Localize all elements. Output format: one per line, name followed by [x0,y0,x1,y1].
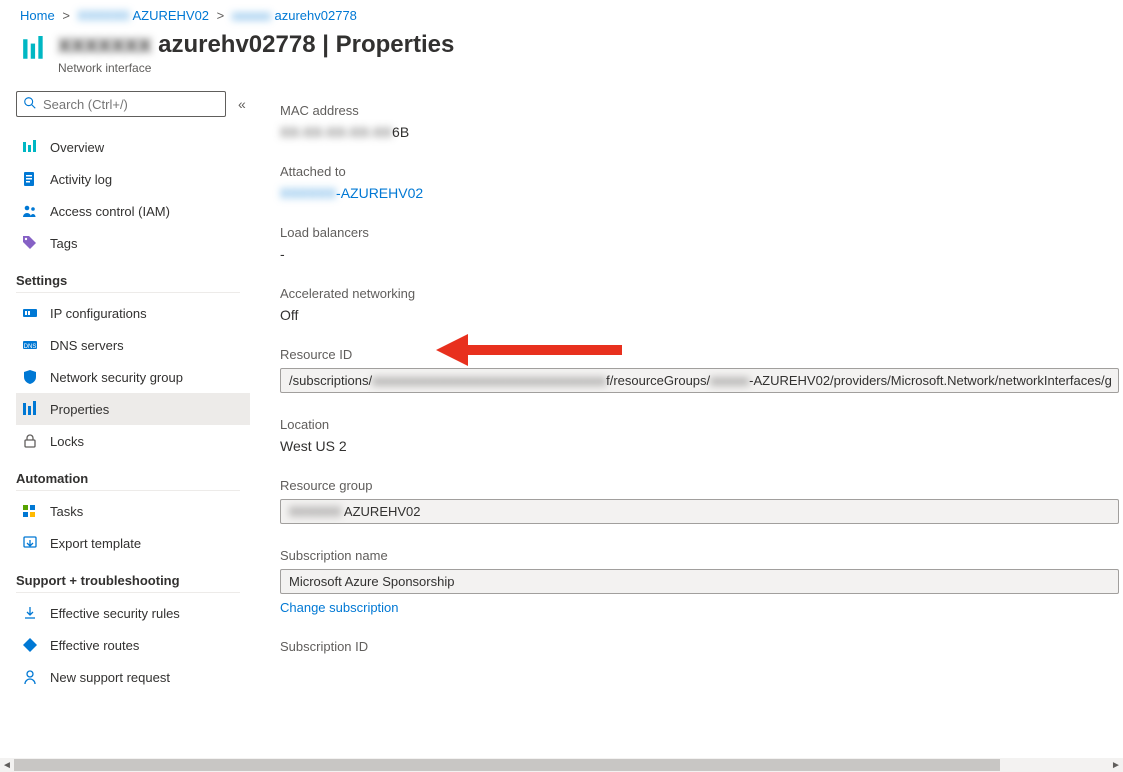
nav-label: New support request [50,670,170,685]
nav-network-security-group[interactable]: Network security group [16,361,250,393]
search-box[interactable] [16,91,226,117]
breadcrumb-level2[interactable]: xxxxxx azurehv02778 [232,8,357,23]
page-subtitle: Network interface [58,61,454,75]
people-icon [22,203,38,219]
nav-dns-servers[interactable]: DNS DNS servers [16,329,250,361]
network-interface-icon [20,35,48,63]
nav-label: Overview [50,140,104,155]
tag-icon [22,235,38,251]
nav-activity-log[interactable]: Activity log [16,163,250,195]
lock-icon [22,433,38,449]
chevron-right-icon: > [213,8,229,23]
nav-label: Tasks [50,504,83,519]
nav-label: Properties [50,402,109,417]
nav-tasks[interactable]: Tasks [16,495,250,527]
scroll-left-arrow[interactable]: ◄ [0,760,14,771]
nav-label: Access control (IAM) [50,204,170,219]
shield-icon [22,369,38,385]
breadcrumb-level1[interactable]: XXXXXX AZUREHV02 [78,8,210,23]
nav-export-template[interactable]: Export template [16,527,250,559]
svg-text:DNS: DNS [24,344,37,350]
dns-icon: DNS [22,337,38,353]
nav-section-support: Support + troubleshooting [16,559,240,593]
attached-to-label: Attached to [280,164,1123,179]
resource-group-value[interactable]: XXXXXX AZUREHV02 [280,499,1119,524]
nav-label: Network security group [50,370,183,385]
nav-label: Export template [50,536,141,551]
page-title: xxxxxxx azurehv02778 | Properties [58,31,454,59]
nav-label: Effective security rules [50,606,180,621]
nav-label: Effective routes [50,638,139,653]
properties-icon [22,401,38,417]
nav-label: Activity log [50,172,112,187]
search-icon [23,96,37,113]
search-input[interactable] [43,97,219,112]
download-icon [22,605,38,621]
ip-config-icon [22,305,38,321]
nav-label: Locks [50,434,84,449]
nav-ip-configurations[interactable]: IP configurations [16,297,250,329]
change-subscription-link[interactable]: Change subscription [280,600,399,615]
tasks-icon [22,503,38,519]
nav-effective-security-rules[interactable]: Effective security rules [16,597,250,629]
nav-effective-routes[interactable]: Effective routes [16,629,250,661]
subscription-name-label: Subscription name [280,548,1123,563]
nav-section-settings: Settings [16,259,240,293]
resource-id-value[interactable]: /subscriptions/xxxxxxxxxxxxxxxxxxxxxxxxx… [280,368,1119,393]
network-interface-icon [22,139,38,155]
properties-panel: MAC address XX-XX-XX-XX-XX6B Attached to… [250,87,1123,693]
load-balancers-value: - [280,246,1123,262]
routes-icon [22,637,38,653]
subscription-name-value[interactable]: Microsoft Azure Sponsorship [280,569,1119,594]
attached-to-link[interactable]: XXXXXX-AZUREHV02 [280,185,1123,201]
nav-section-automation: Automation [16,457,240,491]
breadcrumb-home[interactable]: Home [20,8,55,23]
scrollbar-thumb[interactable] [14,759,1000,771]
scrollbar-track[interactable] [14,758,1109,772]
nav-properties[interactable]: Properties [16,393,250,425]
collapse-sidebar-button[interactable]: « [226,96,252,112]
resource-group-label: Resource group [280,478,1123,493]
horizontal-scrollbar[interactable]: ◄ ► [0,758,1123,772]
breadcrumb: Home > XXXXXX AZUREHV02 > xxxxxx azurehv… [0,0,1123,27]
export-icon [22,535,38,551]
nav-new-support-request[interactable]: New support request [16,661,250,693]
accelerated-networking-value: Off [280,307,1123,323]
nav-access-control[interactable]: Access control (IAM) [16,195,250,227]
sidebar: « Overview Activity log Access control (… [0,87,250,693]
mac-address-value: XX-XX-XX-XX-XX6B [280,124,1123,140]
nav-label: DNS servers [50,338,124,353]
load-balancers-label: Load balancers [280,225,1123,240]
location-value: West US 2 [280,438,1123,454]
subscription-id-label: Subscription ID [280,639,1123,654]
scroll-right-arrow[interactable]: ► [1109,760,1123,771]
nav-label: Tags [50,236,77,251]
chevron-right-icon: > [58,8,74,23]
nav-overview[interactable]: Overview [16,131,250,163]
nav-label: IP configurations [50,306,147,321]
nav-locks[interactable]: Locks [16,425,250,457]
log-icon [22,171,38,187]
support-icon [22,669,38,685]
nav-tags[interactable]: Tags [16,227,250,259]
location-label: Location [280,417,1123,432]
mac-address-label: MAC address [280,103,1123,118]
accelerated-networking-label: Accelerated networking [280,286,1123,301]
page-header: xxxxxxx azurehv02778 | Properties Networ… [0,27,1123,87]
resource-id-label: Resource ID [280,347,1123,362]
